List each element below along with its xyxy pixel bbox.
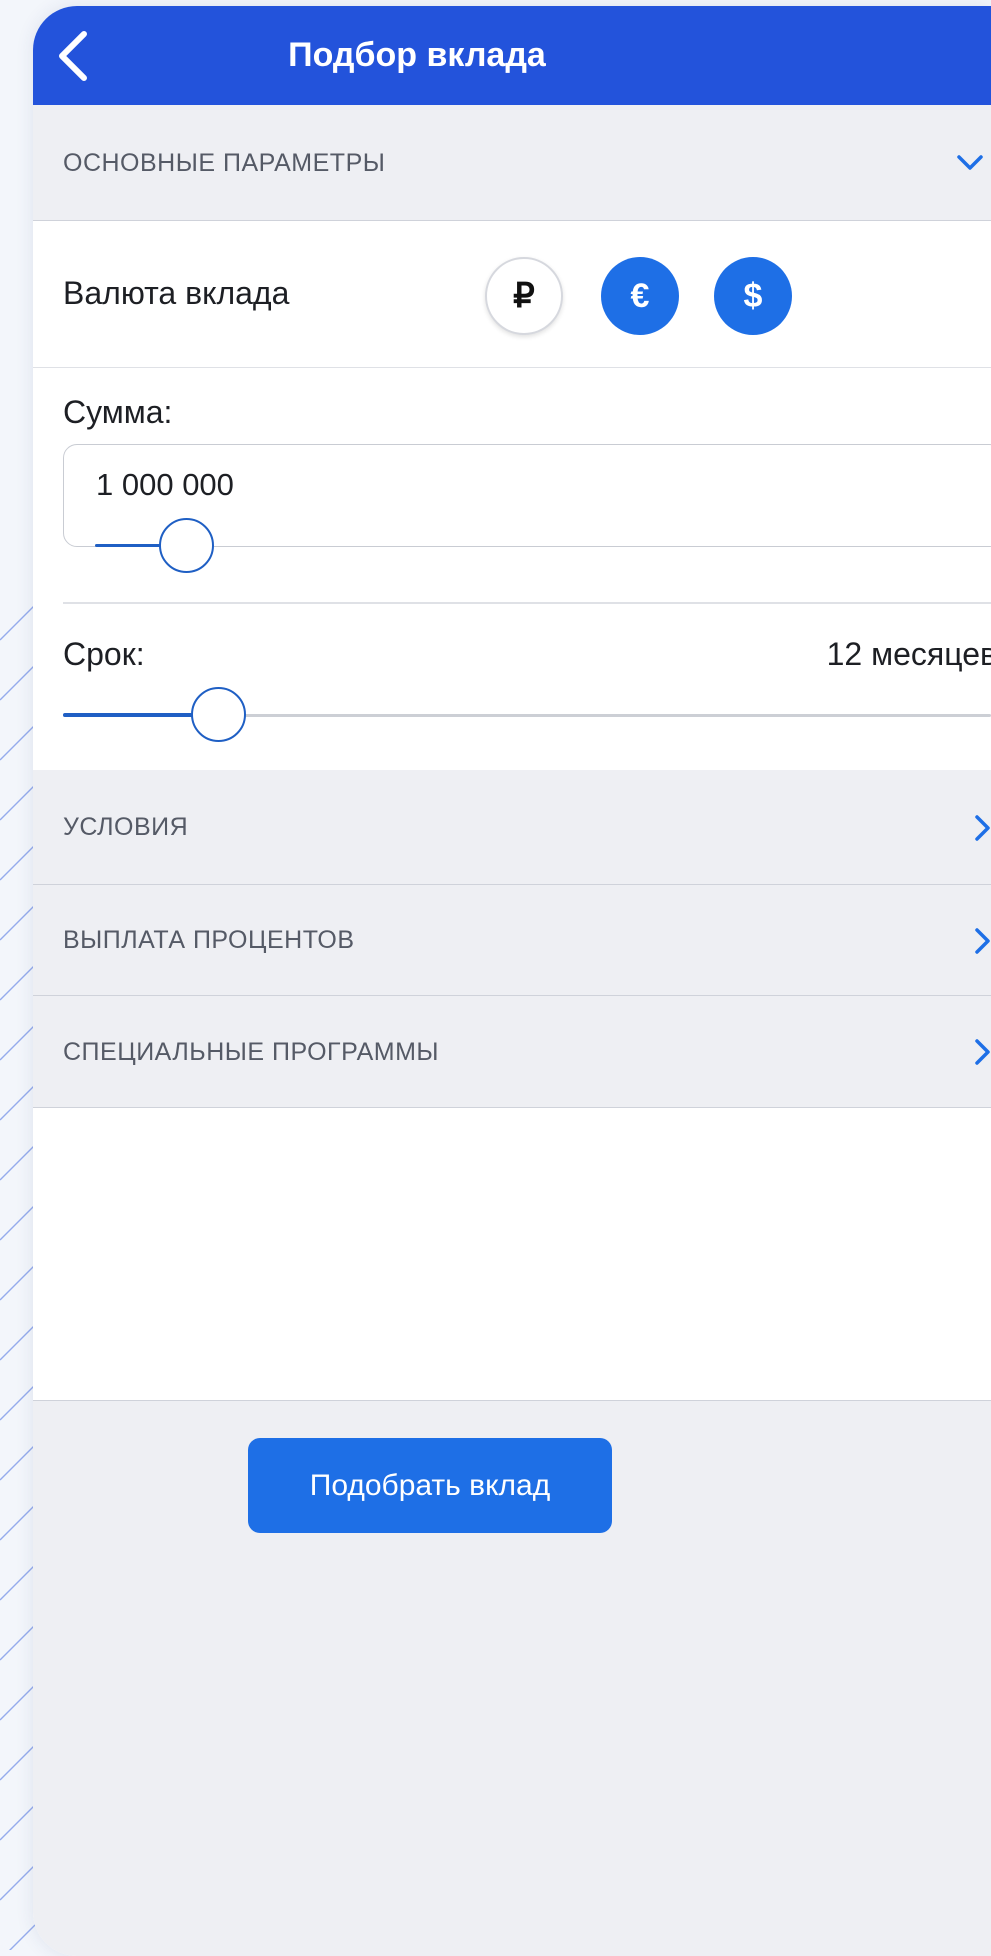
- currency-label: Валюта вклада: [63, 275, 290, 311]
- divider: [63, 602, 991, 604]
- term-slider-handle[interactable]: [191, 687, 246, 742]
- currency-usd-button[interactable]: $: [714, 257, 792, 335]
- currency-eur-button[interactable]: €: [601, 257, 679, 335]
- section-conditions-label: УСЛОВИЯ: [63, 813, 189, 841]
- dollar-icon: $: [743, 276, 763, 315]
- section-interest-payment[interactable]: ВЫПЛАТА ПРОЦЕНТОВ: [33, 885, 991, 996]
- section-special-programs-label: СПЕЦИАЛЬНЫЕ ПРОГРАММЫ: [63, 1038, 440, 1066]
- amount-label: Сумма:: [63, 394, 173, 430]
- ruble-icon: ₽: [513, 277, 535, 315]
- section-main-params-label: ОСНОВНЫЕ ПАРАМЕТРЫ: [63, 149, 386, 177]
- currency-rub-button[interactable]: ₽: [485, 257, 563, 335]
- term-label: Срок:: [63, 636, 145, 672]
- chevron-right-icon: [975, 815, 990, 841]
- top-bar: Подбор вклада: [33, 6, 991, 105]
- submit-button[interactable]: Подобрать вклад: [248, 1438, 612, 1533]
- section-main-params[interactable]: ОСНОВНЫЕ ПАРАМЕТРЫ: [33, 105, 991, 221]
- currency-row: Валюта вклада ₽ € $: [33, 221, 991, 368]
- section-interest-payment-label: ВЫПЛАТА ПРОЦЕНТОВ: [63, 926, 355, 954]
- section-conditions[interactable]: УСЛОВИЯ: [33, 770, 991, 885]
- section-special-programs[interactable]: СПЕЦИАЛЬНЫЕ ПРОГРАММЫ: [33, 996, 991, 1108]
- euro-icon: €: [630, 276, 650, 315]
- amount-value: 1 000 000: [96, 467, 234, 502]
- chevron-down-icon: [957, 155, 983, 170]
- amount-slider-handle[interactable]: [159, 518, 214, 573]
- chevron-right-icon: [975, 928, 990, 954]
- app-screen: Подбор вклада ОСНОВНЫЕ ПАРАМЕТРЫ Валюта …: [33, 6, 991, 1956]
- page-title: Подбор вклада: [288, 36, 546, 74]
- chevron-right-icon: [975, 1039, 990, 1065]
- term-value: 12 месяцев: [826, 636, 991, 672]
